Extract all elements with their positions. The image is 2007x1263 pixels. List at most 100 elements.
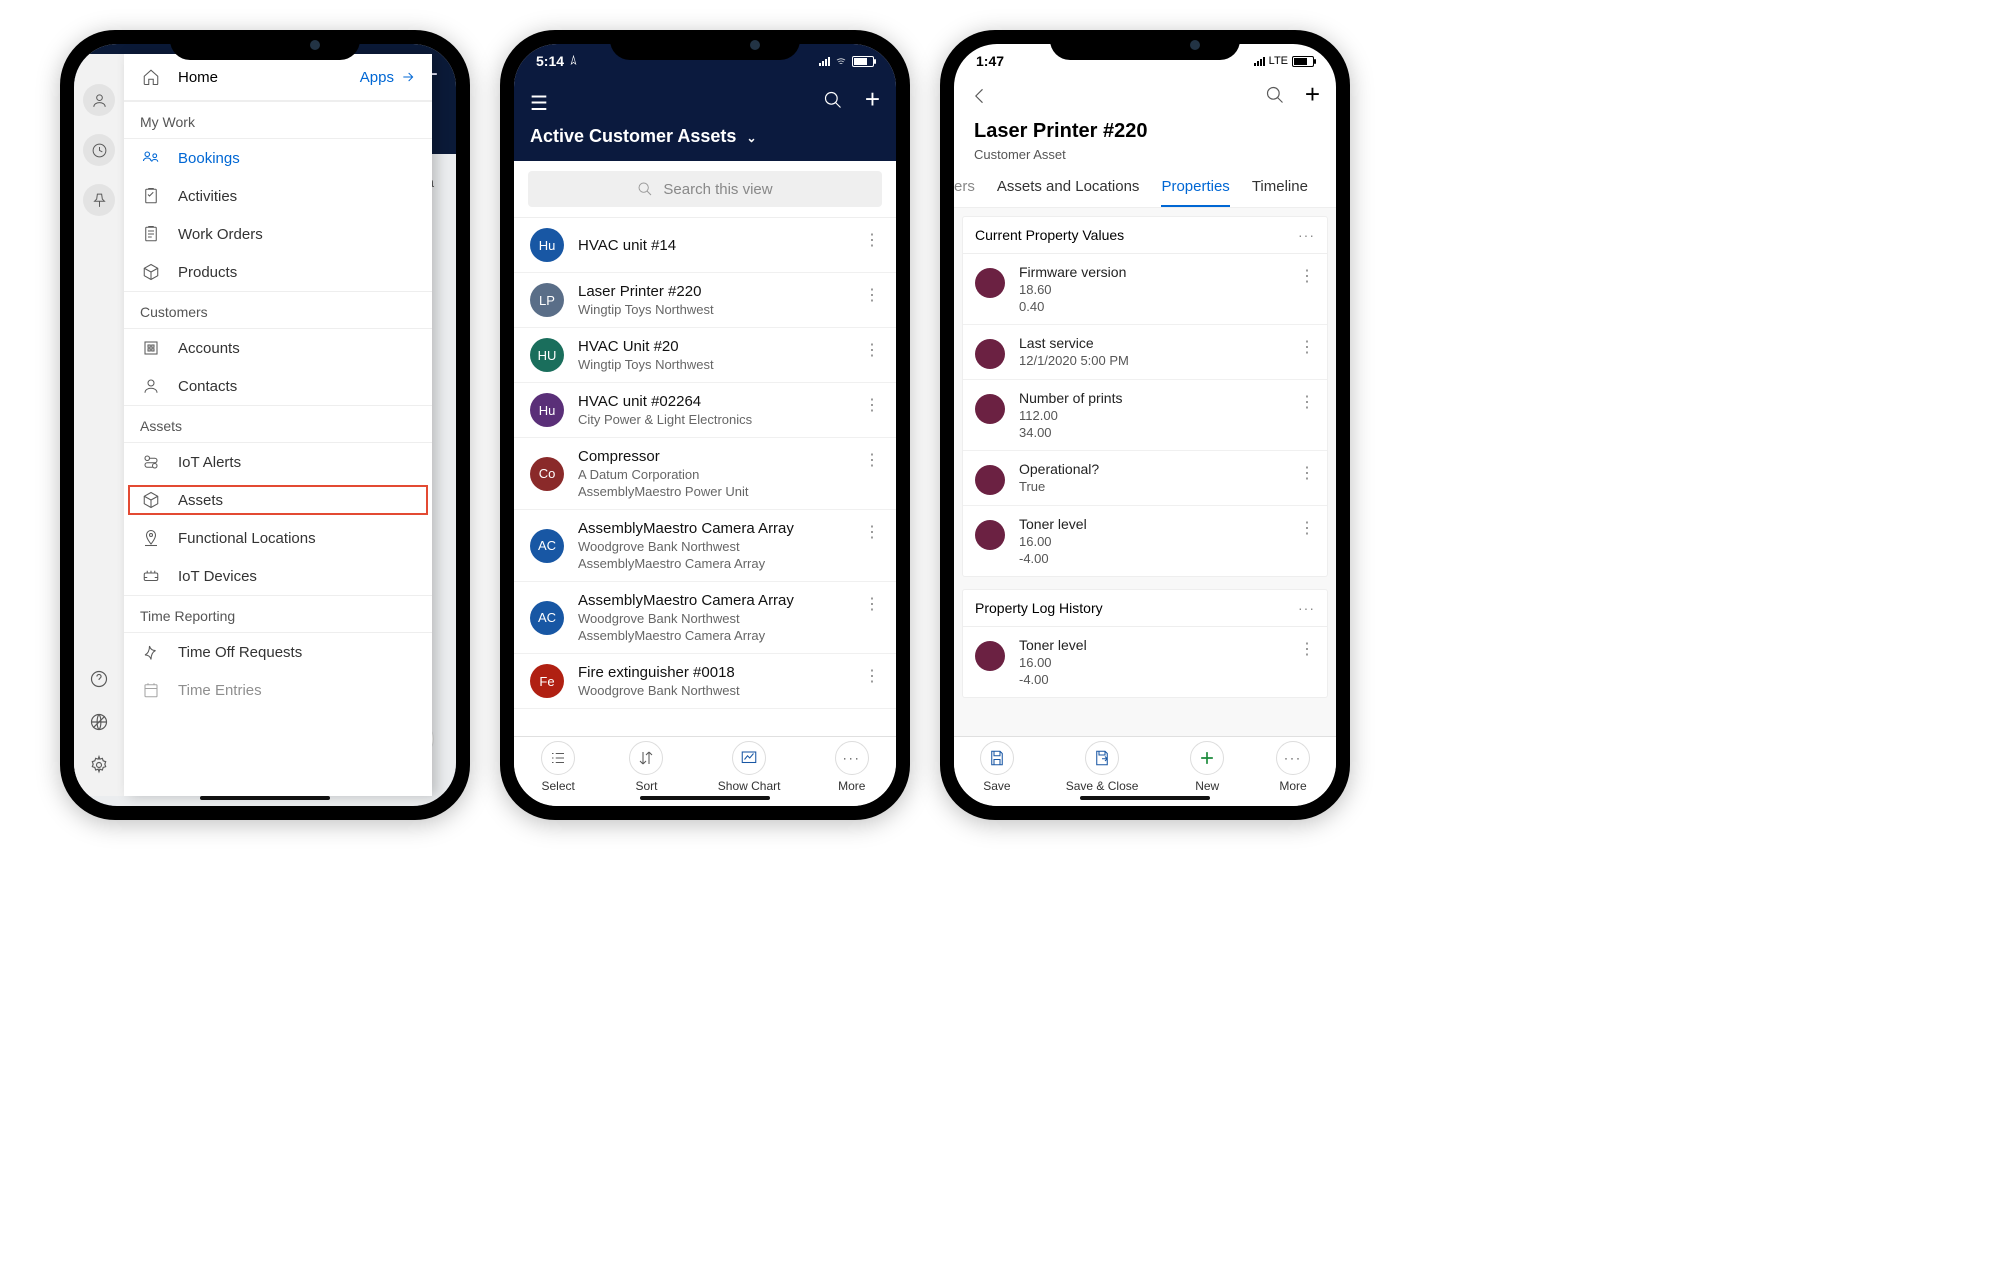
- add-icon[interactable]: +: [1305, 85, 1320, 111]
- apps-link[interactable]: Apps: [360, 69, 416, 86]
- footer-more[interactable]: ···More: [1276, 741, 1310, 793]
- item-sub1: City Power & Light Electronics: [578, 412, 752, 427]
- property-more-icon[interactable]: ⋮: [1299, 266, 1315, 286]
- nav-functional-locations[interactable]: Functional Locations: [124, 519, 432, 557]
- section-more-icon[interactable]: ···: [1298, 227, 1315, 243]
- item-more-icon[interactable]: ⋮: [864, 230, 880, 250]
- footer-show-chart[interactable]: Show Chart: [718, 741, 781, 793]
- status-bar: 1:47 LTE: [954, 44, 1336, 78]
- footer-select[interactable]: Select: [541, 741, 575, 793]
- property-more-icon[interactable]: ⋮: [1299, 337, 1315, 357]
- search-input[interactable]: Search this view: [528, 171, 882, 207]
- nav-time-entries[interactable]: Time Entries: [124, 671, 432, 709]
- property-row[interactable]: Operational?True⋮: [963, 451, 1327, 506]
- tab-properties[interactable]: Properties: [1161, 178, 1229, 207]
- item-title: Compressor: [578, 448, 749, 465]
- item-sub1: Woodgrove Bank Northwest: [578, 539, 794, 554]
- tab-assets-locations[interactable]: Assets and Locations: [997, 178, 1140, 207]
- avatar: Hu: [530, 228, 564, 262]
- tab-overflow-left[interactable]: ers: [954, 178, 975, 207]
- item-title: Laser Printer #220: [578, 283, 714, 300]
- list-item[interactable]: AC AssemblyMaestro Camera ArrayWoodgrove…: [514, 510, 896, 582]
- time-off-icon: [140, 643, 162, 661]
- footer-save[interactable]: Save: [980, 741, 1014, 793]
- list-item[interactable]: Fe Fire extinguisher #0018Woodgrove Bank…: [514, 654, 896, 709]
- property-name: Toner level: [1019, 637, 1087, 653]
- asset-list[interactable]: Hu HVAC unit #14 ⋮LP Laser Printer #220W…: [514, 218, 896, 736]
- list-item[interactable]: Hu HVAC unit #14 ⋮: [514, 218, 896, 273]
- property-row[interactable]: Toner level16.00-4.00⋮: [963, 627, 1327, 697]
- nav-activities[interactable]: Activities: [124, 177, 432, 215]
- nav-iot-devices[interactable]: IoT Devices: [124, 557, 432, 595]
- tab-timeline[interactable]: Timeline: [1252, 178, 1308, 207]
- item-more-icon[interactable]: ⋮: [864, 594, 880, 614]
- item-title: AssemblyMaestro Camera Array: [578, 520, 794, 537]
- list-item[interactable]: Hu HVAC unit #02264City Power & Light El…: [514, 383, 896, 438]
- hamburger-icon[interactable]: ☰: [530, 91, 548, 116]
- record-header: Laser Printer #220 Customer Asset: [954, 118, 1336, 164]
- properties-body[interactable]: Current Property Values··· Firmware vers…: [954, 208, 1336, 736]
- item-more-icon[interactable]: ⋮: [864, 450, 880, 470]
- property-delta: -4.00: [1019, 551, 1087, 566]
- avatar: AC: [530, 601, 564, 635]
- section-more-icon[interactable]: ···: [1298, 600, 1315, 616]
- nav-drawer: Home Apps My Work Bookings Activities Wo…: [124, 54, 432, 796]
- property-more-icon[interactable]: ⋮: [1299, 463, 1315, 483]
- list-item[interactable]: LP Laser Printer #220Wingtip Toys Northw…: [514, 273, 896, 328]
- nav-time-off[interactable]: Time Off Requests: [124, 633, 432, 671]
- item-more-icon[interactable]: ⋮: [864, 666, 880, 686]
- property-name: Operational?: [1019, 461, 1099, 477]
- search-icon[interactable]: [823, 90, 843, 116]
- property-value: 12/1/2020 5:00 PM: [1019, 353, 1129, 368]
- recent-icon[interactable]: [83, 134, 115, 166]
- property-value: 112.00: [1019, 408, 1122, 423]
- search-icon[interactable]: [1265, 85, 1285, 111]
- home-icon: [140, 68, 162, 86]
- nav-products[interactable]: Products: [124, 253, 432, 291]
- phone-asset-list: 5:14 ☰ + Active Customer Assets ⌄ Search…: [500, 30, 910, 820]
- property-more-icon[interactable]: ⋮: [1299, 392, 1315, 412]
- item-more-icon[interactable]: ⋮: [864, 340, 880, 360]
- section-mywork: My Work: [124, 101, 432, 139]
- pin-icon[interactable]: [83, 184, 115, 216]
- add-icon[interactable]: +: [865, 90, 880, 116]
- footer-new[interactable]: New: [1190, 741, 1224, 793]
- footer-sort[interactable]: Sort: [629, 741, 663, 793]
- footer-save-close[interactable]: Save & Close: [1066, 741, 1139, 793]
- list-item[interactable]: AC AssemblyMaestro Camera ArrayWoodgrove…: [514, 582, 896, 654]
- section-log-history: Property Log History··· Toner level16.00…: [962, 589, 1328, 698]
- item-more-icon[interactable]: ⋮: [864, 395, 880, 415]
- property-row[interactable]: Firmware version18.600.40⋮: [963, 254, 1327, 325]
- globe-icon[interactable]: [89, 712, 109, 737]
- nav-contacts[interactable]: Contacts: [124, 367, 432, 405]
- settings-icon[interactable]: [89, 755, 109, 780]
- nav-accounts[interactable]: Accounts: [124, 329, 432, 367]
- view-title[interactable]: Active Customer Assets ⌄: [530, 126, 880, 147]
- property-value: 16.00: [1019, 534, 1087, 549]
- list-item[interactable]: HU HVAC Unit #20Wingtip Toys Northwest ⋮: [514, 328, 896, 383]
- profile-icon[interactable]: [83, 84, 115, 116]
- home-label: Home: [178, 69, 218, 86]
- nav-work-orders[interactable]: Work Orders: [124, 215, 432, 253]
- list-item[interactable]: Co CompressorA Datum CorporationAssembly…: [514, 438, 896, 510]
- nav-rail: [74, 54, 124, 796]
- footer-more[interactable]: ···More: [835, 741, 869, 793]
- property-row[interactable]: Toner level16.00-4.00⋮: [963, 506, 1327, 576]
- property-delta: 34.00: [1019, 425, 1122, 440]
- nav-bookings[interactable]: Bookings: [124, 139, 432, 177]
- nav-assets[interactable]: Assets: [124, 481, 432, 519]
- item-more-icon[interactable]: ⋮: [864, 522, 880, 542]
- property-row[interactable]: Number of prints112.0034.00⋮: [963, 380, 1327, 451]
- help-icon[interactable]: [89, 669, 109, 694]
- property-more-icon[interactable]: ⋮: [1299, 518, 1315, 538]
- nav-iot-alerts[interactable]: IoT Alerts: [124, 443, 432, 481]
- item-sub1: Wingtip Toys Northwest: [578, 357, 714, 372]
- search-icon: [637, 181, 653, 197]
- item-more-icon[interactable]: ⋮: [864, 285, 880, 305]
- search-placeholder: Search this view: [663, 181, 772, 198]
- home-row[interactable]: Home Apps: [124, 54, 432, 101]
- record-title: Laser Printer #220: [974, 120, 1316, 143]
- back-icon[interactable]: [970, 86, 990, 111]
- property-more-icon[interactable]: ⋮: [1299, 639, 1315, 659]
- property-row[interactable]: Last service12/1/2020 5:00 PM⋮: [963, 325, 1327, 380]
